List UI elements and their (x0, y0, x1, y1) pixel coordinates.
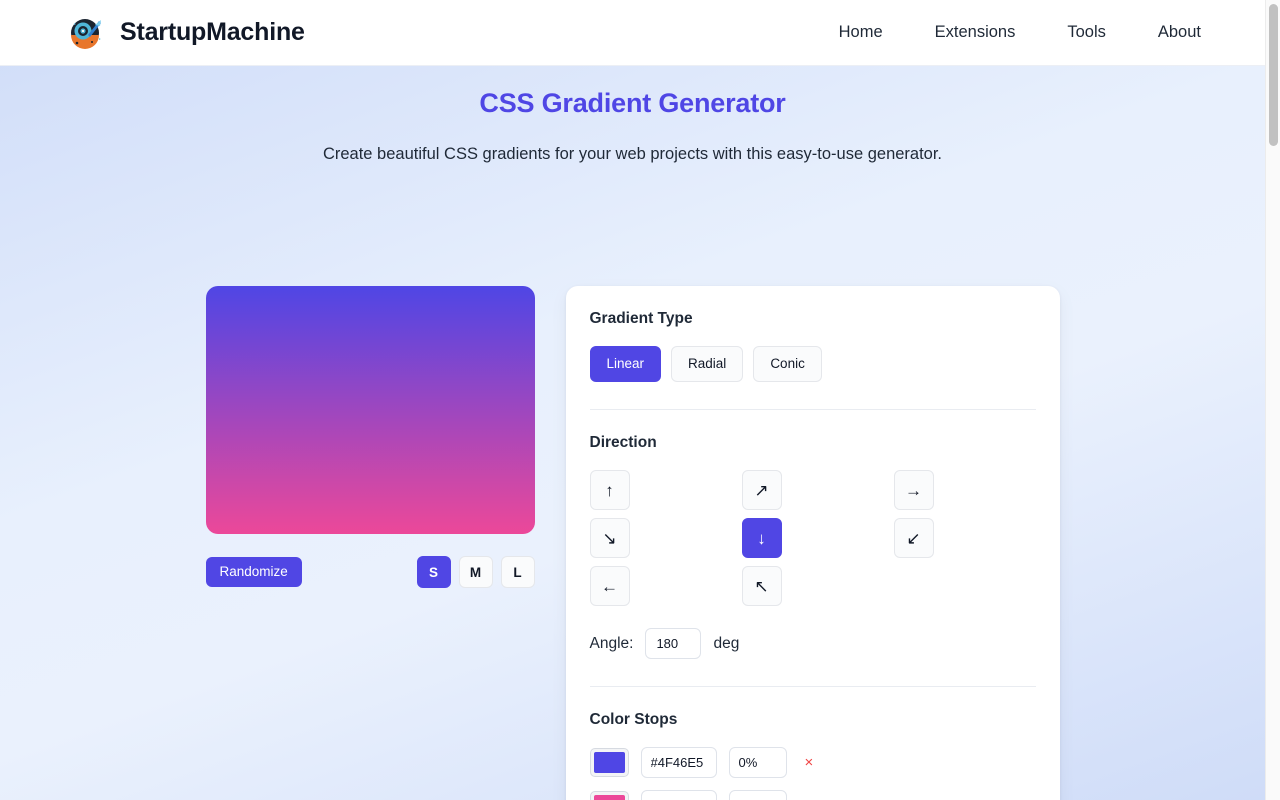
preview-size-group: S M L (416, 556, 535, 588)
settings-card: Gradient Type Linear Radial Conic Direct… (565, 286, 1060, 800)
direction-down-button[interactable]: ↓ (741, 518, 782, 559)
direction-up-left-button[interactable]: ↖ (741, 566, 782, 607)
color-stop-hex-input[interactable] (640, 747, 717, 779)
color-stop-swatch[interactable] (589, 748, 629, 778)
nav-link-tools[interactable]: Tools (1067, 23, 1106, 42)
direction-down-right-button[interactable]: ↘ (589, 518, 630, 559)
angle-input[interactable] (645, 628, 702, 660)
direction-up-button[interactable]: ↑ (589, 470, 630, 511)
nav-link-about[interactable]: About (1158, 23, 1201, 42)
angle-label: Angle: (589, 634, 634, 652)
color-stop-swatch-fill (593, 795, 625, 800)
preview-controls: Randomize S M L (205, 556, 535, 588)
color-stop-position-input[interactable] (728, 790, 787, 800)
direction-left-button[interactable]: ← (589, 566, 630, 607)
angle-unit-label: deg (713, 634, 740, 652)
gradient-preview (205, 286, 535, 534)
preview-size-l-button[interactable]: L (500, 556, 535, 588)
page-viewport: StartupMachine Home Extensions Tools Abo… (0, 0, 1265, 800)
angle-row: Angle: deg (589, 628, 1036, 660)
brand[interactable]: StartupMachine (68, 14, 305, 51)
color-stop-row: × (589, 790, 1036, 800)
nav-link-home[interactable]: Home (839, 23, 883, 42)
preview-size-s-button[interactable]: S (416, 556, 451, 588)
color-stops-title: Color Stops (589, 711, 678, 729)
workspace: Randomize S M L Gradient Type Linear Rad… (0, 286, 1265, 800)
gradient-type-title: Gradient Type (589, 310, 693, 327)
startup-machine-logo-icon (68, 14, 104, 51)
direction-title: Direction (589, 434, 657, 452)
page-subtitle: Create beautiful CSS gradients for your … (322, 145, 943, 163)
gradient-type-linear-button[interactable]: Linear (589, 346, 662, 383)
gradient-type-radial-button[interactable]: Radial (671, 346, 744, 383)
brand-name: StartupMachine (120, 18, 305, 46)
direction-up-right-button[interactable]: ↗ (741, 470, 782, 511)
divider-1 (589, 409, 1036, 411)
nav-link-extensions[interactable]: Extensions (935, 23, 1016, 42)
direction-right-button[interactable]: → (893, 470, 934, 511)
color-stop-swatch[interactable] (589, 791, 629, 800)
color-stop-swatch-fill (593, 752, 625, 774)
divider-2 (589, 686, 1036, 688)
hero-section: CSS Gradient Generator Create beautiful … (0, 66, 1265, 164)
page-scrollbar[interactable] (1265, 0, 1280, 800)
preview-column: Randomize S M L (205, 286, 535, 588)
main-navigation: Home Extensions Tools About (839, 23, 1201, 42)
direction-down-left-button[interactable]: ↙ (893, 518, 934, 559)
color-stop-row: × (589, 747, 1036, 779)
randomize-button[interactable]: Randomize (205, 557, 302, 587)
gradient-type-group: Linear Radial Conic (589, 346, 1036, 383)
color-stop-position-input[interactable] (728, 747, 787, 779)
page-title: CSS Gradient Generator (479, 88, 786, 118)
gradient-type-conic-button[interactable]: Conic (753, 346, 822, 383)
page-scrollbar-thumb[interactable] (1269, 4, 1278, 146)
color-stop-hex-input[interactable] (640, 790, 717, 800)
preview-size-m-button[interactable]: M (458, 556, 493, 588)
direction-grid: ↑ ↗ → ↘ ↓ ↙ ← ↖ (589, 470, 1036, 607)
color-stop-remove-button[interactable]: × (799, 755, 820, 770)
direction-empty-slot (894, 566, 934, 606)
site-header: StartupMachine Home Extensions Tools Abo… (0, 0, 1265, 66)
